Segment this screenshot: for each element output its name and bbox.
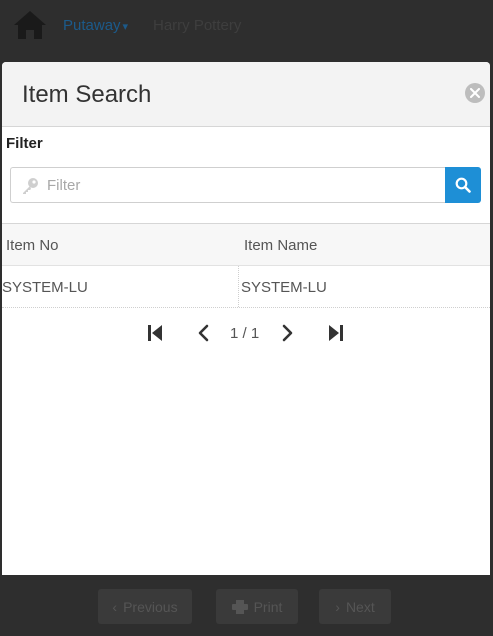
pager: 1 / 1	[2, 320, 490, 350]
chevron-right-icon: ›	[335, 598, 340, 615]
prev-page-icon	[198, 324, 209, 342]
close-button[interactable]	[465, 83, 485, 103]
item-search-modal: Item Search Filter Item No	[2, 62, 490, 575]
search-button[interactable]	[445, 167, 481, 203]
column-header-label: Item Name	[244, 237, 318, 254]
filter-row	[10, 167, 481, 203]
close-icon	[470, 88, 480, 98]
first-page-icon	[148, 325, 162, 341]
grid-header: Item No Item Name	[2, 223, 490, 266]
modal-header: Item Search	[2, 62, 490, 127]
filter-label: Filter	[6, 135, 43, 152]
filter-input[interactable]	[47, 168, 441, 202]
previous-button[interactable]: ‹ Previous	[98, 589, 192, 624]
cell-item-name: SYSTEM-LU	[239, 266, 490, 307]
table-row[interactable]: SYSTEM-LU SYSTEM-LU	[2, 266, 490, 308]
nav-menu-label: Putaway	[63, 17, 121, 34]
print-icon	[231, 599, 248, 614]
print-label: Print	[253, 598, 283, 615]
column-header-item-no[interactable]: Item No	[2, 224, 239, 265]
user-name: Harry Pottery	[153, 17, 242, 34]
next-button[interactable]: › Next	[319, 589, 391, 624]
search-icon	[455, 177, 471, 193]
last-page-icon	[329, 325, 343, 341]
column-header-label: Item No	[6, 237, 59, 254]
chevron-down-icon: ▾	[122, 21, 129, 33]
next-page-icon	[282, 324, 293, 342]
item-grid: Item No Item Name SYSTEM-LU SYSTEM-LU	[2, 223, 490, 308]
nav-menu-putaway[interactable]: Putaway ▾	[63, 17, 128, 34]
print-button[interactable]: Print	[216, 589, 298, 624]
page-indicator: 1 / 1	[230, 325, 260, 342]
home-icon[interactable]	[12, 9, 48, 41]
column-header-item-name[interactable]: Item Name	[239, 224, 490, 265]
top-navbar: Putaway ▾ Harry Pottery	[0, 0, 493, 55]
cell-text: SYSTEM-LU	[241, 279, 327, 296]
chevron-left-icon: ‹	[112, 598, 118, 615]
cell-text: SYSTEM-LU	[2, 279, 88, 296]
next-page-button[interactable]	[276, 320, 300, 346]
previous-label: Previous	[123, 598, 178, 615]
filter-input-wrapper	[10, 167, 445, 203]
next-label: Next	[345, 598, 375, 615]
prev-page-button[interactable]	[191, 320, 215, 346]
last-page-button[interactable]	[324, 320, 348, 346]
key-icon	[23, 178, 38, 194]
cell-item-no: SYSTEM-LU	[2, 266, 239, 307]
modal-title: Item Search	[22, 81, 152, 108]
first-page-button[interactable]	[143, 320, 167, 346]
